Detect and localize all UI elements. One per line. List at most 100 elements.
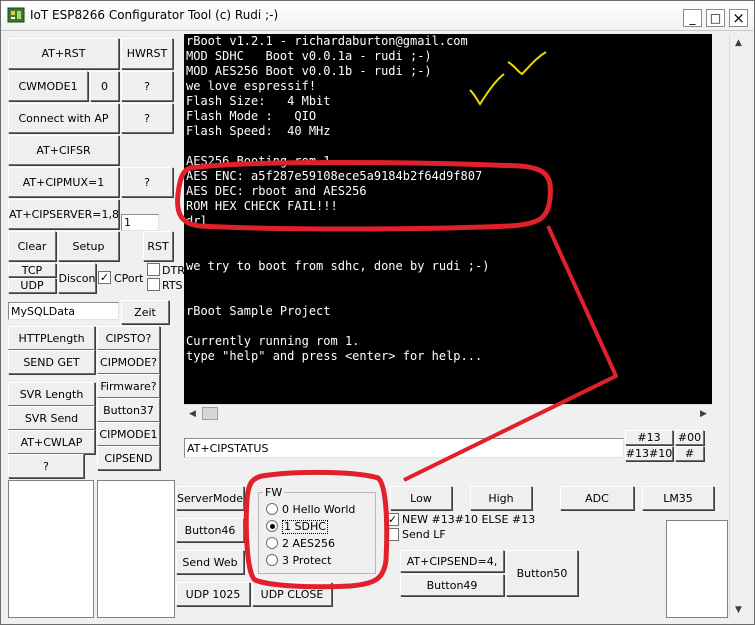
rts-label: RTS — [162, 279, 183, 292]
close-button[interactable]: × — [729, 9, 748, 27]
at-cipsend-4-button[interactable]: AT+CIPSEND=4, — [400, 550, 504, 572]
tcp-button[interactable]: TCP — [8, 263, 56, 277]
hwrst-button[interactable]: HWRST — [121, 38, 173, 69]
server-mode-button[interactable]: ServerMode — [176, 486, 244, 510]
check-icon: ✓ — [99, 271, 110, 284]
send-lf-checkbox[interactable] — [386, 528, 399, 541]
terminal-line: Flash Mode : QIO — [186, 109, 317, 123]
fw-radio-0[interactable] — [266, 503, 278, 515]
scroll-down-icon[interactable]: ▼ — [730, 601, 747, 618]
fw-option-0: 0 Hello World — [282, 503, 356, 516]
terminal-line: we love espressif! — [186, 79, 317, 93]
svr-send-button[interactable]: SVR Send — [8, 406, 95, 430]
cipserver-port-field[interactable]: 1 — [121, 214, 159, 231]
terminal-line: drl — [186, 214, 208, 228]
fw-radio-2[interactable] — [266, 537, 278, 549]
button46[interactable]: Button46 — [176, 518, 244, 542]
udp-1025-button[interactable]: UDP 1025 — [176, 582, 250, 606]
udp-button[interactable]: UDP — [8, 278, 56, 293]
discon-button[interactable]: Discon — [58, 263, 96, 293]
fw-option-1: 1 SDHC — [282, 520, 328, 534]
at-cipmux-button[interactable]: AT+CIPMUX=1 — [8, 167, 119, 197]
cport-checkbox[interactable]: ✓ — [98, 271, 111, 284]
scroll-left-icon[interactable]: ◀ — [184, 405, 201, 422]
right-list-box[interactable] — [97, 480, 175, 618]
dtr-checkbox[interactable] — [147, 263, 160, 276]
connect-ap-help-button[interactable]: ? — [121, 103, 173, 133]
button49[interactable]: Button49 — [400, 574, 504, 596]
cipmode-query-button[interactable]: CIPMODE? — [97, 350, 160, 374]
cipsto-button[interactable]: CIPSTO? — [97, 326, 160, 350]
horizontal-scroll-thumb[interactable] — [202, 407, 218, 420]
adc-button[interactable]: ADC — [560, 486, 634, 510]
fw-option-3: 3 Protect — [282, 554, 332, 567]
maximize-button[interactable]: □ — [706, 9, 725, 27]
send-hash-button[interactable]: # — [675, 446, 704, 461]
svr-length-button[interactable]: SVR Length — [8, 382, 95, 406]
fw-radio-3[interactable] — [266, 554, 278, 566]
at-rst-button[interactable]: AT+RST — [8, 38, 119, 69]
cwmode1-button[interactable]: CWMODE1 — [8, 71, 88, 101]
clear-button[interactable]: Clear — [8, 231, 56, 261]
udp-close-button[interactable]: UDP CLOSE — [252, 582, 332, 606]
cipmux-help-button[interactable]: ? — [121, 167, 173, 197]
cwmode-help-button[interactable]: ? — [121, 71, 173, 101]
at-cipserver-button[interactable]: AT+CIPSERVER=1,888 — [8, 199, 119, 229]
zeit-button[interactable]: Zeit — [121, 300, 169, 324]
send-13-10-button[interactable]: #13#10 — [625, 446, 673, 461]
minimize-icon: _ — [689, 11, 696, 25]
firmware-button[interactable]: Firmware? — [97, 374, 160, 398]
button50[interactable]: Button50 — [506, 550, 578, 596]
httplength-button[interactable]: HTTPLength — [8, 326, 95, 350]
high-button[interactable]: High — [470, 486, 532, 510]
terminal-line: we try to boot from sdhc, done by rudi ;… — [186, 259, 490, 273]
new-crlf-label: NEW #13#10 ELSE #13 — [402, 513, 536, 526]
window-title: IoT ESP8266 Configurator Tool (c) Rudi ;… — [30, 8, 279, 22]
terminal-lines: rBoot v1.2.1 - richardaburton@gmail.com M… — [184, 34, 712, 364]
close-icon: × — [732, 8, 745, 27]
fw-option-2: 2 AES256 — [282, 537, 335, 550]
setup-button[interactable]: Setup — [58, 231, 119, 261]
cipmode1-button[interactable]: CIPMODE1 — [97, 422, 160, 446]
cwlap-help-button[interactable]: ? — [8, 454, 84, 478]
terminal-line: rBoot Sample Project — [186, 304, 331, 318]
dtr-label: DTR — [162, 264, 185, 277]
low-button[interactable]: Low — [390, 486, 452, 510]
new-crlf-checkbox[interactable]: ✓ — [386, 513, 399, 526]
lm35-button[interactable]: LM35 — [642, 486, 714, 510]
send-13-button[interactable]: #13 — [625, 430, 673, 445]
scroll-right-icon[interactable]: ▶ — [695, 405, 712, 422]
send-get-button[interactable]: SEND GET — [8, 350, 95, 374]
cipsend-button[interactable]: CIPSEND — [97, 446, 160, 470]
mysql-data-field[interactable]: MySQLData — [8, 302, 119, 320]
minimize-button[interactable]: _ — [683, 9, 702, 27]
terminal-line: Currently running rom 1. — [186, 334, 360, 348]
left-list-box[interactable] — [8, 480, 94, 618]
check-icon: ✓ — [387, 513, 398, 526]
at-cifsr-button[interactable]: AT+CIFSR — [8, 135, 119, 165]
rts-checkbox[interactable] — [147, 278, 160, 291]
rst-button[interactable]: RST — [143, 231, 173, 261]
scroll-up-icon[interactable]: ▲ — [730, 34, 747, 51]
button37[interactable]: Button37 — [97, 398, 160, 422]
terminal-line: Flash Size: 4 Mbit — [186, 94, 331, 108]
fw-radio-1[interactable] — [266, 520, 278, 532]
terminal-output[interactable]: rBoot v1.2.1 - richardaburton@gmail.com M… — [184, 34, 712, 404]
bottom-right-list-box[interactable] — [666, 520, 728, 618]
send-00-button[interactable]: #00 — [675, 430, 704, 445]
cwmode-value-button[interactable]: 0 — [90, 71, 119, 101]
at-cwlap-button[interactable]: AT+CWLAP — [8, 430, 95, 454]
maximize-icon: □ — [709, 11, 722, 25]
send-web-button[interactable]: Send Web — [176, 550, 244, 574]
terminal-line: ROM HEX CHECK FAIL!!! — [186, 199, 338, 213]
terminal-line: AES ENC: a5f287e59108ece5a9184b2f64d9f80… — [186, 169, 483, 183]
connect-ap-button[interactable]: Connect with AP — [8, 103, 119, 133]
command-input[interactable]: AT+CIPSTATUS — [184, 438, 624, 458]
horizontal-scrollbar[interactable]: ◀ ▶ — [184, 404, 712, 422]
vertical-scrollbar[interactable]: ▲ ▼ — [729, 34, 747, 618]
terminal-line: AES256 Booting rom 1. — [186, 154, 338, 168]
